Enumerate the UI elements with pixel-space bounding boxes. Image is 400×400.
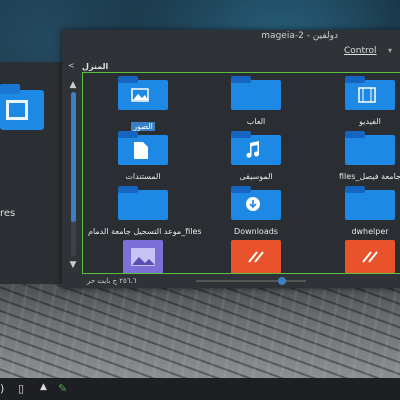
folder-icon <box>315 131 400 169</box>
file-item-label: Downloads <box>234 227 278 236</box>
file-view[interactable]: الصور العاب الفيديو المستندات الموسيقى files_… <box>82 72 400 274</box>
breadcrumb-home[interactable]: المنزل <box>82 62 108 71</box>
speaker-icon[interactable]: ) <box>0 382 4 395</box>
folder-icon <box>201 76 311 114</box>
image-folder-icon <box>88 76 198 114</box>
file-item[interactable]: _001.jpg <box>88 240 198 273</box>
file-item[interactable]: الموسيقى <box>201 131 311 181</box>
video-folder-icon <box>315 76 400 114</box>
image-file-icon <box>88 240 198 273</box>
file-item-label: المستندات <box>125 172 161 181</box>
control-menu-button[interactable]: Control <box>344 46 377 56</box>
file-item[interactable]: العاب <box>201 76 311 126</box>
file-item[interactable]: التسجيل جامعة <box>315 240 400 273</box>
folder-icon <box>88 186 198 224</box>
menu-bar: Control ▾ <box>62 44 400 60</box>
scroll-thumb[interactable] <box>71 92 76 222</box>
scroll-down-icon[interactable]: ▼ <box>68 260 78 270</box>
large-folder-icon <box>0 84 44 130</box>
window-title: دولفين - mageia-2 <box>261 31 338 41</box>
chevron-down-icon[interactable]: ▾ <box>388 46 392 55</box>
downloads-folder-icon <box>201 186 311 224</box>
file-item-label: العاب <box>246 117 266 126</box>
file-item[interactable]: المستندات <box>88 131 198 181</box>
file-item-label: الفيديو <box>359 117 381 126</box>
file-item-label: موعد التسجيل جامعة الدمام_files <box>88 227 202 236</box>
taskbar: ) ▯ ▲ ✎ <box>0 378 400 400</box>
html-file-icon <box>201 240 311 273</box>
background-window[interactable]: res <box>0 62 63 284</box>
free-space-label: ٢٥٦.٦ ج بايت حر <box>87 277 137 285</box>
scroll-up-icon[interactable]: ▲ <box>68 80 78 90</box>
folder-icon <box>315 186 400 224</box>
volume-icon[interactable]: ▯ <box>18 382 24 395</box>
zoom-slider[interactable] <box>196 277 306 285</box>
status-bar: ٢٥٦.٦ ج بايت حر <box>62 274 400 288</box>
file-item-label: الموسيقى <box>239 172 273 181</box>
file-item[interactable]: موعد التسجيل جامعة الدمام_files <box>88 186 202 236</box>
file-item[interactable]: files_جامعة فيصل <box>315 131 400 181</box>
clipboard-icon[interactable]: ✎ <box>58 382 67 395</box>
file-item-label: files_جامعة فيصل <box>339 172 400 181</box>
file-item-label: الصور <box>131 122 155 131</box>
file-item[interactable]: جامعة فيصل.html <box>201 240 311 273</box>
file-item[interactable]: الفيديو <box>315 76 400 126</box>
file-manager-window: دولفين - mageia-2 Control ▾ < المنزل ▲ ▼… <box>62 30 400 288</box>
file-item[interactable]: الصور <box>88 76 198 133</box>
html-file-icon <box>315 240 400 273</box>
file-item[interactable]: Downloads <box>201 186 311 236</box>
breadcrumb-chevron-icon[interactable]: < <box>68 61 75 70</box>
documents-folder-icon <box>88 131 198 169</box>
file-item[interactable]: dwhelper <box>315 186 400 236</box>
tray-up-icon[interactable]: ▲ <box>40 382 47 392</box>
zoom-slider-handle[interactable] <box>277 277 286 285</box>
title-bar[interactable]: دولفين - mageia-2 <box>62 30 400 44</box>
background-window-label: res <box>0 208 16 219</box>
file-item-label: dwhelper <box>351 227 389 236</box>
music-folder-icon <box>201 131 311 169</box>
vertical-scrollbar[interactable]: ▲ ▼ <box>68 80 78 270</box>
